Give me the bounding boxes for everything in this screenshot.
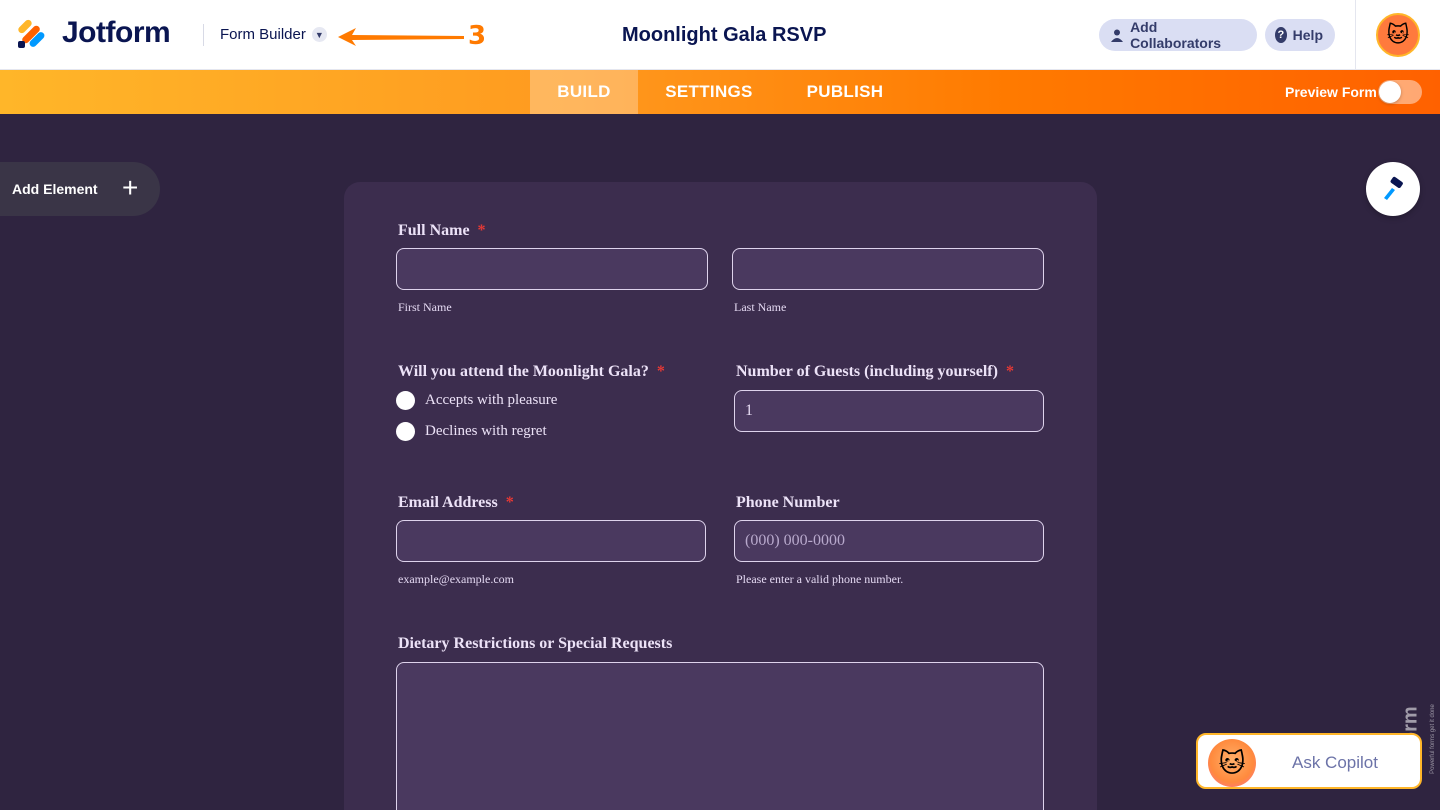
dietary-textarea[interactable] [396, 662, 1044, 810]
header-divider [203, 24, 204, 46]
tab-build[interactable]: BUILD [530, 70, 638, 114]
top-header: Jotform Form Builder ▼ 3 Moonlight Gala … [0, 0, 1440, 70]
radio-option-label: Declines with regret [425, 423, 547, 439]
user-icon [1109, 27, 1124, 43]
chevron-down-icon: ▼ [311, 27, 327, 42]
attend-label-text: Will you attend the Moonlight Gala? [398, 363, 649, 380]
cat-avatar-icon: 🐱 [1386, 22, 1410, 47]
full-name-label-text: Full Name [398, 222, 470, 239]
first-name-input[interactable] [396, 248, 708, 290]
email-sublabel: example@example.com [398, 572, 515, 586]
radio-declines[interactable]: Declines with regret [396, 422, 547, 441]
dietary-label: Dietary Restrictions or Special Requests [398, 635, 672, 653]
required-marker: * [505, 494, 514, 511]
radio-button[interactable] [396, 422, 415, 441]
email-label: Email Address * [398, 494, 514, 512]
copilot-cat-icon: 🐱 [1208, 739, 1256, 787]
form-title[interactable]: Moonlight Gala RSVP [622, 24, 826, 47]
radio-accepts[interactable]: Accepts with pleasure [396, 391, 557, 410]
add-element-button[interactable]: Add Element + [0, 162, 160, 216]
radio-button[interactable] [396, 391, 415, 410]
jotform-logo[interactable]: Jotform [16, 16, 171, 50]
phone-input[interactable]: (000) 000-0000 [734, 520, 1044, 562]
tab-bar: BUILD SETTINGS PUBLISH Preview Form [0, 70, 1440, 114]
phone-label: Phone Number [736, 494, 840, 512]
jotform-logo-icon [16, 17, 50, 49]
question-icon: ? [1275, 27, 1287, 43]
add-collaborators-button[interactable]: Add Collaborators [1099, 19, 1257, 51]
required-marker: * [1005, 363, 1014, 380]
add-collaborators-label: Add Collaborators [1130, 19, 1222, 51]
ask-copilot-label: Ask Copilot [1292, 753, 1378, 772]
last-name-input[interactable] [732, 248, 1044, 290]
logo-text: Jotform [62, 16, 171, 49]
first-name-sublabel: First Name [398, 300, 452, 314]
add-element-label: Add Element [12, 181, 98, 197]
guests-input[interactable]: 1 [734, 390, 1044, 432]
phone-sublabel: Please enter a valid phone number. [736, 572, 904, 586]
preview-form-toggle[interactable] [1378, 80, 1422, 104]
annotation-arrow-icon [338, 28, 464, 46]
dietary-label-text: Dietary Restrictions or Special Requests [398, 635, 673, 652]
required-marker: * [477, 222, 486, 239]
toggle-knob [1379, 81, 1401, 103]
guests-label: Number of Guests (including yourself) * [736, 363, 1014, 381]
tab-publish[interactable]: PUBLISH [794, 70, 896, 114]
annotation-step-number: 3 [468, 21, 487, 51]
form-builder-dropdown[interactable]: Form Builder ▼ [220, 26, 327, 43]
attend-label: Will you attend the Moonlight Gala? * [398, 363, 665, 381]
preview-form-label: Preview Form [1285, 84, 1377, 100]
tab-settings[interactable]: SETTINGS [652, 70, 766, 114]
form-builder-label: Form Builder [220, 26, 306, 43]
form-designer-button[interactable] [1366, 162, 1420, 216]
email-input[interactable] [396, 520, 706, 562]
full-name-label: Full Name * [398, 222, 486, 240]
last-name-sublabel: Last Name [734, 300, 787, 314]
ask-copilot-button[interactable]: 🐱 Ask Copilot [1196, 733, 1422, 789]
avatar[interactable]: 🐱 [1376, 13, 1420, 57]
header-separator [1355, 0, 1356, 70]
guests-label-text: Number of Guests (including yourself) [736, 363, 998, 380]
help-button[interactable]: ? Help [1265, 19, 1335, 51]
plus-icon: + [122, 172, 139, 203]
help-label: Help [1292, 27, 1323, 43]
watermark-tagline: Powerful forms get it done [1429, 704, 1436, 774]
required-marker: * [656, 363, 665, 380]
paint-roller-icon [1384, 176, 1403, 200]
radio-option-label: Accepts with pleasure [425, 392, 558, 408]
email-label-text: Email Address [398, 494, 498, 511]
phone-label-text: Phone Number [736, 494, 840, 511]
